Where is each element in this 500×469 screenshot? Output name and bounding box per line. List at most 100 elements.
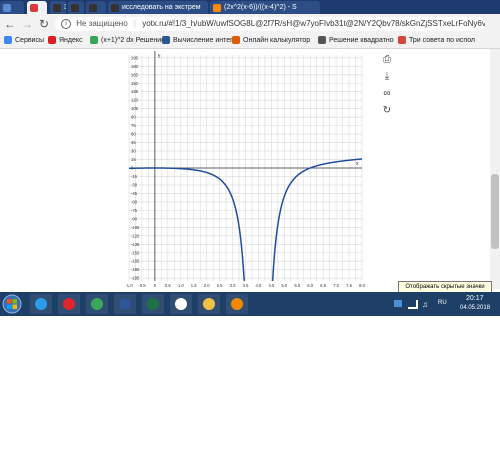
bookmark-item[interactable]: Вычисление интегр	[162, 34, 237, 48]
info-icon[interactable]: i	[61, 18, 71, 29]
x-tick-label: 6.5	[320, 283, 326, 288]
flower-icon[interactable]	[170, 294, 192, 314]
tab-label: 3	[64, 4, 66, 11]
bookmark-item[interactable]: Онлайн калькулятор	[232, 34, 310, 48]
x-tick-label: 4.5	[268, 283, 274, 288]
y-tick-label: 15	[131, 157, 136, 162]
y-tick-label: -60	[131, 199, 138, 204]
chrome-icon[interactable]	[86, 294, 108, 314]
x-tick-label: 5.5	[294, 283, 300, 288]
tab-2[interactable]: 3	[50, 1, 66, 14]
y-tick-label: 180	[131, 64, 139, 69]
page-content: -1.0 -0.5 0 0.5 1.0 1.5 2.0 2.5 3.0 3.5 4.0 4.5 5.0 5…	[0, 49, 500, 289]
bookmark-item[interactable]: (x+1)^2 dx Решение	[90, 34, 165, 48]
clock-date[interactable]: 04.05.2018	[460, 305, 490, 311]
address-bar: ← → ↻ i Не защищено | yotx.ru/#!1/3_h/ub…	[0, 14, 500, 34]
bookmark-label: Онлайн калькулятор	[243, 37, 311, 44]
bookmark-icon	[4, 36, 12, 45]
bookmarks-bar: Сервисы Яндекс (x+1)^2 dx Решение Вычислени…	[0, 34, 500, 49]
function-graph: -1.0 -0.5 0 0.5 1.0 1.5 2.0 2.5 3.0 3.5 4.0 4.5 5.0 5…	[125, 51, 366, 288]
x-tick-label: -1.0	[125, 283, 133, 288]
bookmark-icon	[232, 36, 240, 45]
y-tick-label: -135	[131, 242, 140, 247]
omnibox[interactable]: i Не защищено | yotx.ru/#!1/3_h/ubW/uwfS…	[55, 17, 485, 31]
opera-icon[interactable]	[58, 294, 80, 314]
refresh-icon[interactable]: ↻	[378, 104, 396, 118]
x-tick-label: 7.5	[346, 283, 352, 288]
bookmark-item[interactable]: Сервисы	[4, 34, 44, 48]
bookmark-label: Вычисление интегр	[173, 37, 237, 44]
x-tick-label: 1.0	[178, 283, 184, 288]
bookmark-icon	[90, 36, 98, 45]
y-tick-label: 45	[131, 140, 136, 145]
znanija-icon	[89, 4, 97, 12]
tab-0[interactable]	[0, 1, 24, 14]
bookmark-icon	[318, 36, 326, 45]
media-icon-glyph	[231, 298, 243, 310]
media-icon[interactable]	[226, 294, 248, 314]
tab-strip: 3 исследовать на экстрем (2x^2(x-6))/((x-4…	[0, 0, 500, 14]
bookmark-item[interactable]: Яндекс	[48, 34, 83, 48]
flag-icon[interactable]	[394, 300, 402, 307]
download-icon[interactable]: ⤓	[378, 70, 396, 84]
ie-icon[interactable]	[30, 294, 52, 314]
znanija-icon	[71, 4, 79, 12]
y-tick-label: 165	[131, 72, 139, 77]
y-tick-label: -120	[131, 233, 140, 238]
network-icon[interactable]	[408, 300, 418, 309]
back-arrow-icon[interactable]: ←	[3, 17, 17, 31]
excel-icon[interactable]	[142, 294, 164, 314]
tab-1[interactable]	[27, 1, 47, 14]
x-tick-label: -0.5	[138, 283, 146, 288]
bookmark-item[interactable]: Три совета по испол	[398, 34, 475, 48]
bookmark-label: Сервисы	[15, 37, 45, 44]
tab-6[interactable]: (2x^2(x-6))/((x-4)^2) - S	[210, 1, 320, 14]
windows-logo-icon	[2, 294, 22, 314]
tab-label: (2x^2(x-6))/((x-4)^2) - S	[224, 4, 297, 11]
x-tick-label: 1.5	[191, 283, 197, 288]
y-tick-label: -105	[131, 225, 140, 230]
link-icon[interactable]: ∞	[378, 87, 396, 101]
forward-arrow-icon[interactable]: →	[20, 17, 34, 31]
x-tick-label: 0.5	[165, 283, 171, 288]
bookmark-item[interactable]: Решение квадратно	[318, 34, 394, 48]
reload-icon[interactable]: ↻	[37, 17, 51, 31]
tab-4[interactable]	[86, 1, 106, 14]
scrollbar[interactable]	[490, 49, 500, 289]
scrollbar-thumb[interactable]	[491, 174, 499, 249]
tab-3[interactable]	[68, 1, 84, 14]
y-tick-label: -150	[131, 250, 140, 255]
blank-area	[0, 316, 500, 469]
y-tick-label: -15	[131, 174, 138, 179]
doc-icon	[3, 4, 11, 12]
y-tick-label: -75	[131, 208, 138, 213]
x-tick-label: 4.0	[256, 283, 262, 288]
start-button[interactable]	[2, 294, 22, 314]
clock-time[interactable]: 20:17	[466, 295, 484, 302]
language-indicator[interactable]: RU	[438, 300, 447, 306]
bookmark-label: Решение квадратно	[329, 37, 394, 44]
y-tick-label: 195	[131, 55, 139, 60]
y-tick-label: -45	[131, 191, 138, 196]
x-tick-label: 6.0	[307, 283, 313, 288]
word-icon[interactable]	[114, 294, 136, 314]
bookmark-icon	[398, 36, 406, 45]
y-tick-label: -195	[131, 276, 140, 281]
printer-icon[interactable]: ⎙	[378, 53, 396, 67]
insecure-label: Не защищено	[76, 19, 128, 28]
x-tick-label: 3.0	[230, 283, 236, 288]
volume-icon[interactable]: ♫	[422, 300, 428, 309]
tab-5[interactable]: исследовать на экстрем	[108, 1, 208, 14]
y-tick-label: 120	[131, 98, 139, 103]
bookmark-icon	[48, 36, 56, 45]
y-tick-label: -180	[131, 267, 140, 272]
x-tick-label: 8.0	[359, 283, 365, 288]
url-text: yotx.ru/#!1/3_h/ubW/uwfSOG8L@2f7R/sH@w7y…	[142, 19, 485, 28]
flower-icon-glyph	[175, 298, 187, 310]
x-tick-label: 2.0	[204, 283, 210, 288]
explorer-icon[interactable]	[198, 294, 220, 314]
y-tick-label: 135	[131, 89, 139, 94]
system-tray: ♫ RU 20:17 04.05.2018	[380, 292, 500, 316]
bookmark-label: Яндекс	[59, 37, 83, 44]
y-tick-label: 30	[131, 149, 136, 154]
